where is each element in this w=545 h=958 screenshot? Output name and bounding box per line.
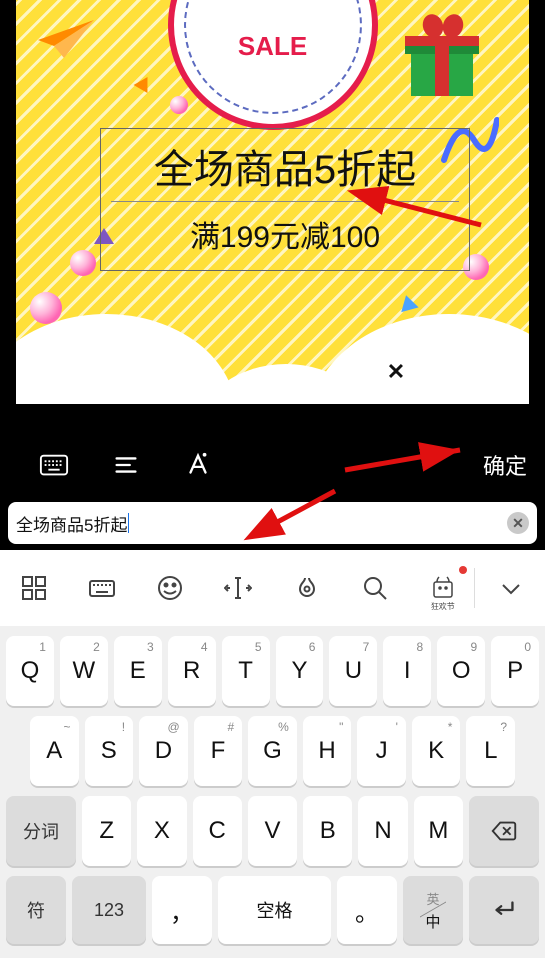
cloud-decor bbox=[16, 314, 236, 404]
notification-dot-icon bbox=[459, 566, 467, 574]
key-c[interactable]: C bbox=[193, 796, 242, 866]
key-i[interactable]: 8I bbox=[383, 636, 431, 706]
key-l[interactable]: ?L bbox=[466, 716, 515, 786]
gift-box-icon bbox=[403, 18, 481, 96]
key-y[interactable]: 6Y bbox=[276, 636, 324, 706]
key-d[interactable]: @D bbox=[139, 716, 188, 786]
key-s[interactable]: !S bbox=[85, 716, 134, 786]
key-w[interactable]: 2W bbox=[60, 636, 108, 706]
key-fenci[interactable]: 分词 bbox=[6, 796, 76, 866]
close-text-edit-button[interactable]: ✕ bbox=[378, 354, 414, 390]
ime-mascot-label: 狂欢节 bbox=[431, 601, 455, 612]
key-comma[interactable]: ， bbox=[152, 876, 212, 944]
key-h[interactable]: "H bbox=[303, 716, 352, 786]
sale-text: SALE bbox=[238, 31, 307, 62]
key-v[interactable]: V bbox=[248, 796, 297, 866]
key-p[interactable]: 0P bbox=[491, 636, 539, 706]
soft-keyboard: 1Q2W3E4R5T6Y7U8I9O0P ~A!S@D#F%G"H'J*K?L … bbox=[0, 626, 545, 958]
key-o[interactable]: 9O bbox=[437, 636, 485, 706]
ime-grid-button[interactable] bbox=[6, 560, 62, 616]
key-k[interactable]: *K bbox=[412, 716, 461, 786]
key-u[interactable]: 7U bbox=[329, 636, 377, 706]
key-x[interactable]: X bbox=[137, 796, 186, 866]
text-input-value[interactable]: 全场商品5折起 bbox=[16, 511, 127, 536]
key-language-toggle[interactable]: 英中 bbox=[403, 876, 463, 944]
font-tab-button[interactable] bbox=[162, 434, 234, 496]
ime-mascot-button[interactable]: 狂欢节 bbox=[415, 560, 471, 616]
annotation-arrow-icon bbox=[340, 440, 470, 480]
decor-ball-icon bbox=[30, 292, 62, 324]
paper-plane-icon bbox=[36, 18, 96, 58]
key-numeric[interactable]: 123 bbox=[72, 876, 146, 944]
key-backspace[interactable] bbox=[469, 796, 539, 866]
align-tab-button[interactable] bbox=[90, 434, 162, 496]
key-a[interactable]: ~A bbox=[30, 716, 79, 786]
text-edit-toolbar: 确定 bbox=[0, 434, 545, 496]
close-icon: ✕ bbox=[387, 359, 405, 385]
sale-badge: SALE bbox=[168, 0, 378, 130]
clear-input-button[interactable]: ✕ bbox=[507, 512, 529, 534]
ime-cursor-button[interactable] bbox=[210, 560, 266, 616]
key-m[interactable]: M bbox=[414, 796, 463, 866]
key-n[interactable]: N bbox=[358, 796, 407, 866]
ime-emoji-button[interactable] bbox=[142, 560, 198, 616]
ime-toolbar: 狂欢节 bbox=[0, 550, 545, 626]
poster[interactable]: SALE 全场商品5折起 满199元减100 微 bbox=[16, 0, 529, 404]
key-t[interactable]: 5T bbox=[222, 636, 270, 706]
key-q[interactable]: 1Q bbox=[6, 636, 54, 706]
decor-triangle-icon bbox=[397, 293, 418, 312]
key-period[interactable]: 。 bbox=[337, 876, 397, 944]
subhead-text: 满199元减100 bbox=[111, 212, 459, 256]
headline-text: 全场商品5折起 bbox=[111, 137, 459, 195]
key-b[interactable]: B bbox=[303, 796, 352, 866]
key-r[interactable]: 4R bbox=[168, 636, 216, 706]
key-e[interactable]: 3E bbox=[114, 636, 162, 706]
decor-triangle-icon bbox=[134, 73, 155, 93]
key-z[interactable]: Z bbox=[82, 796, 131, 866]
confirm-button[interactable]: 确定 bbox=[483, 449, 545, 481]
keyboard-tab-button[interactable] bbox=[18, 434, 90, 496]
key-f[interactable]: #F bbox=[194, 716, 243, 786]
decor-ball-icon bbox=[70, 250, 96, 276]
ime-search-button[interactable] bbox=[347, 560, 403, 616]
key-space[interactable]: 空格 bbox=[218, 876, 331, 944]
key-g[interactable]: %G bbox=[248, 716, 297, 786]
key-j[interactable]: 'J bbox=[357, 716, 406, 786]
editable-text-box[interactable]: 全场商品5折起 满199元减100 bbox=[100, 128, 470, 271]
editor-canvas: SALE 全场商品5折起 满199元减100 微 bbox=[0, 0, 545, 404]
close-icon: ✕ bbox=[512, 515, 524, 532]
watermark: 微商海报 bbox=[427, 361, 507, 390]
text-input-row: 全场商品5折起 ✕ bbox=[8, 502, 537, 544]
key-symbol[interactable]: 符 bbox=[6, 876, 66, 944]
ime-clipboard-button[interactable] bbox=[279, 560, 335, 616]
ime-collapse-button[interactable] bbox=[483, 560, 539, 616]
decor-ball-icon bbox=[170, 96, 188, 114]
key-enter[interactable] bbox=[469, 876, 539, 944]
ime-keyboard-button[interactable] bbox=[74, 560, 130, 616]
text-caret bbox=[128, 513, 129, 533]
